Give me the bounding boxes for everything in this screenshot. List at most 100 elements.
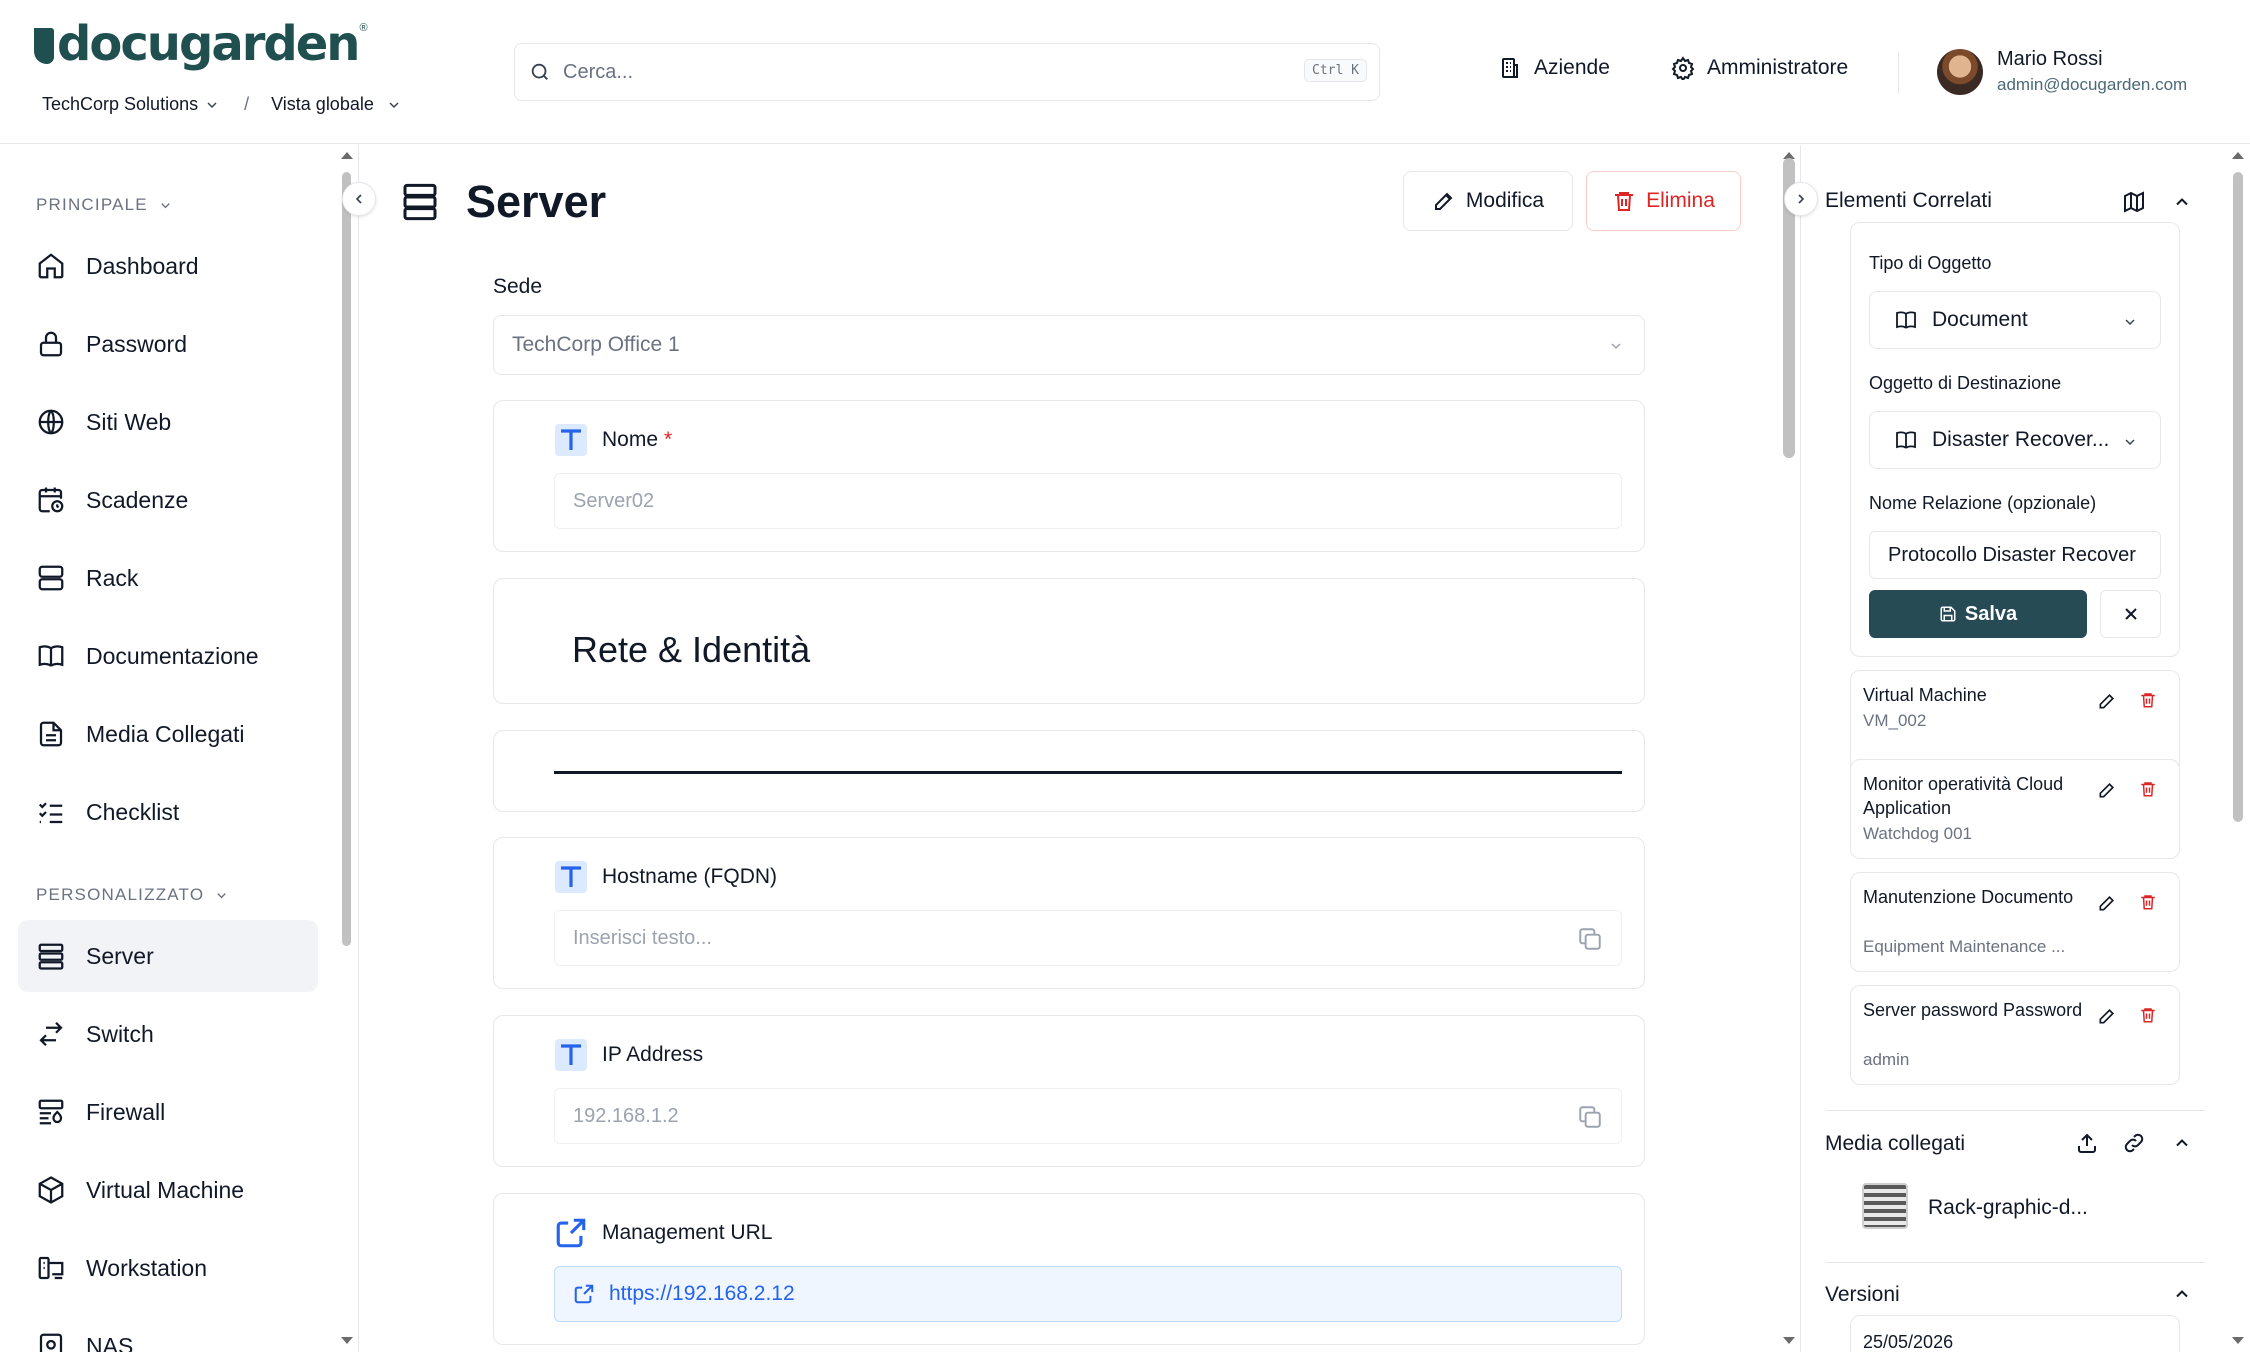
view-selector[interactable]: Vista globale bbox=[271, 94, 374, 115]
sidebar-item-label: Password bbox=[86, 330, 187, 357]
section-principale[interactable]: PRINCIPALE bbox=[36, 195, 173, 215]
management-url-link[interactable]: https://192.168.2.12 bbox=[554, 1266, 1622, 1322]
name-input[interactable]: Server02 bbox=[554, 473, 1622, 529]
chevron-up-icon[interactable] bbox=[2172, 1133, 2192, 1153]
sidebar-item-virtual-machine[interactable]: Virtual Machine bbox=[18, 1154, 318, 1226]
name-field-card: Nome * Server02 bbox=[493, 400, 1645, 552]
trash-icon[interactable] bbox=[2139, 1006, 2157, 1024]
administrator-button[interactable]: Amministratore bbox=[1671, 56, 1848, 80]
section-personalizzato[interactable]: PERSONALIZZATO bbox=[36, 885, 229, 905]
trash-icon[interactable] bbox=[2139, 893, 2157, 911]
panel-scroll-down[interactable] bbox=[2232, 1337, 2244, 1344]
chevron-up-icon[interactable] bbox=[2172, 192, 2192, 212]
collapse-sidebar-button[interactable] bbox=[342, 182, 376, 216]
sidebar-border bbox=[358, 145, 359, 1352]
delete-button[interactable]: Elimina bbox=[1586, 171, 1741, 231]
calendar-clock-icon bbox=[38, 487, 64, 513]
media-thumbnail[interactable] bbox=[1862, 1183, 1908, 1229]
user-email: admin@docugarden.com bbox=[1997, 75, 2188, 94]
name-field-header: Nome * bbox=[554, 423, 672, 457]
sidebar-item-workstation[interactable]: Workstation bbox=[18, 1232, 318, 1304]
panel-scroll-up[interactable] bbox=[2232, 152, 2244, 159]
search-input[interactable]: Cerca... Ctrl K bbox=[514, 43, 1380, 101]
object-type-value: Document bbox=[1932, 308, 2028, 331]
link-icon[interactable] bbox=[2122, 1131, 2146, 1155]
home-icon bbox=[38, 253, 64, 279]
company-selector[interactable]: TechCorp Solutions bbox=[42, 94, 198, 115]
sidebar-item-nas[interactable]: NAS bbox=[18, 1310, 318, 1352]
related-item[interactable]: Manutenzione Documento Equipment Mainten… bbox=[1850, 872, 2180, 972]
text-type-icon bbox=[555, 1039, 587, 1071]
chevron-down-icon[interactable] bbox=[386, 97, 402, 113]
sidebar-scroll-up[interactable] bbox=[341, 152, 353, 159]
user-menu[interactable]: Mario Rossi admin@docugarden.com bbox=[1937, 48, 2187, 95]
pencil-icon[interactable] bbox=[2097, 893, 2117, 913]
hostname-field-card: Hostname (FQDN) Inserisci testo... bbox=[493, 837, 1645, 989]
map-icon[interactable] bbox=[2122, 190, 2146, 214]
media-file-name[interactable]: Rack-graphic-d... bbox=[1928, 1196, 2088, 1220]
relation-name-input[interactable]: Protocollo Disaster Recover bbox=[1869, 531, 2161, 579]
docugarden-logo[interactable]: docugarden ® bbox=[34, 20, 368, 68]
related-item-title: Virtual Machine bbox=[1863, 685, 1987, 705]
avatar bbox=[1937, 48, 1983, 95]
hostname-input[interactable]: Inserisci testo... bbox=[554, 910, 1622, 966]
close-icon bbox=[2124, 608, 2137, 620]
collapse-right-panel-button[interactable] bbox=[1784, 182, 1818, 216]
site-select[interactable]: TechCorp Office 1 bbox=[493, 315, 1645, 375]
chevron-left-icon bbox=[355, 194, 362, 204]
pencil-icon[interactable] bbox=[2097, 1006, 2117, 1026]
edit-button[interactable]: Modifica bbox=[1403, 171, 1573, 231]
trash-icon[interactable] bbox=[2139, 780, 2157, 798]
sidebar-item-firewall[interactable]: Firewall bbox=[18, 1076, 318, 1148]
sidebar-item-rack[interactable]: Rack bbox=[18, 542, 318, 614]
sidebar-item-password[interactable]: Password bbox=[18, 308, 318, 380]
main-scroll-down[interactable] bbox=[1783, 1337, 1795, 1344]
chevron-down-icon bbox=[1611, 343, 1621, 350]
version-item[interactable]: 25/05/2026 bbox=[1850, 1315, 2180, 1352]
chevron-up-icon[interactable] bbox=[2172, 1284, 2192, 1304]
sidebar-item-checklist[interactable]: Checklist bbox=[18, 776, 318, 848]
trash-icon[interactable] bbox=[2139, 691, 2157, 709]
pencil-icon[interactable] bbox=[2097, 780, 2117, 800]
sidebar-item-documentazione[interactable]: Documentazione bbox=[18, 620, 318, 692]
chevron-down-icon bbox=[161, 202, 170, 208]
globe-icon bbox=[38, 409, 64, 435]
sidebar-item-media-collegati[interactable]: Media Collegati bbox=[18, 698, 318, 770]
cancel-button[interactable] bbox=[2100, 590, 2161, 638]
delete-button-label: Elimina bbox=[1646, 189, 1715, 212]
pencil-icon[interactable] bbox=[2097, 691, 2117, 711]
sidebar-scrollbar[interactable] bbox=[342, 172, 351, 946]
related-item[interactable]: Monitor operatività Cloud Application Wa… bbox=[1850, 759, 2180, 859]
section-principale-label: PRINCIPALE bbox=[36, 195, 148, 214]
companies-button[interactable]: Aziende bbox=[1498, 56, 1610, 80]
name-input-value: Server02 bbox=[573, 489, 655, 512]
sidebar-item-server[interactable]: Server bbox=[18, 920, 318, 992]
copy-icon[interactable] bbox=[1577, 926, 1603, 952]
save-button[interactable]: Salva bbox=[1869, 590, 2087, 638]
sidebar-item-scadenze[interactable]: Scadenze bbox=[18, 464, 318, 536]
ip-field-card: IP Address 192.168.1.2 bbox=[493, 1015, 1645, 1167]
edit-button-label: Modifica bbox=[1465, 189, 1545, 212]
url-field-label: Management URL bbox=[602, 1221, 773, 1244]
upload-icon[interactable] bbox=[2075, 1131, 2099, 1155]
sidebar-item-switch[interactable]: Switch bbox=[18, 998, 318, 1070]
ip-input[interactable]: 192.168.1.2 bbox=[554, 1088, 1622, 1144]
sidebar-item-label: Workstation bbox=[86, 1254, 208, 1281]
hostname-field-header: Hostname (FQDN) bbox=[554, 860, 777, 894]
target-object-value: Disaster Recover... bbox=[1932, 428, 2110, 451]
related-item[interactable]: Server password Password admin bbox=[1850, 985, 2180, 1085]
sidebar-item-dashboard[interactable]: Dashboard bbox=[18, 230, 318, 302]
chevron-down-icon[interactable] bbox=[204, 97, 220, 113]
ip-input-value: 192.168.1.2 bbox=[573, 1104, 679, 1127]
sidebar-item-siti-web[interactable]: Siti Web bbox=[18, 386, 318, 458]
target-object-select[interactable]: Disaster Recover... bbox=[1869, 411, 2161, 469]
sidebar-item-label: Documentazione bbox=[86, 642, 259, 669]
related-item-subtitle: Watchdog 001 bbox=[1863, 824, 1972, 843]
right-panel-scrollbar[interactable] bbox=[2233, 172, 2243, 822]
relation-name-value: Protocollo Disaster Recover bbox=[1888, 543, 2136, 566]
relation-name-label: Nome Relazione (opzionale) bbox=[1869, 493, 2097, 513]
object-type-select[interactable]: Document bbox=[1869, 291, 2161, 349]
copy-icon[interactable] bbox=[1577, 1104, 1603, 1130]
administrator-label: Amministratore bbox=[1707, 56, 1849, 79]
sidebar-scroll-down[interactable] bbox=[341, 1337, 353, 1344]
